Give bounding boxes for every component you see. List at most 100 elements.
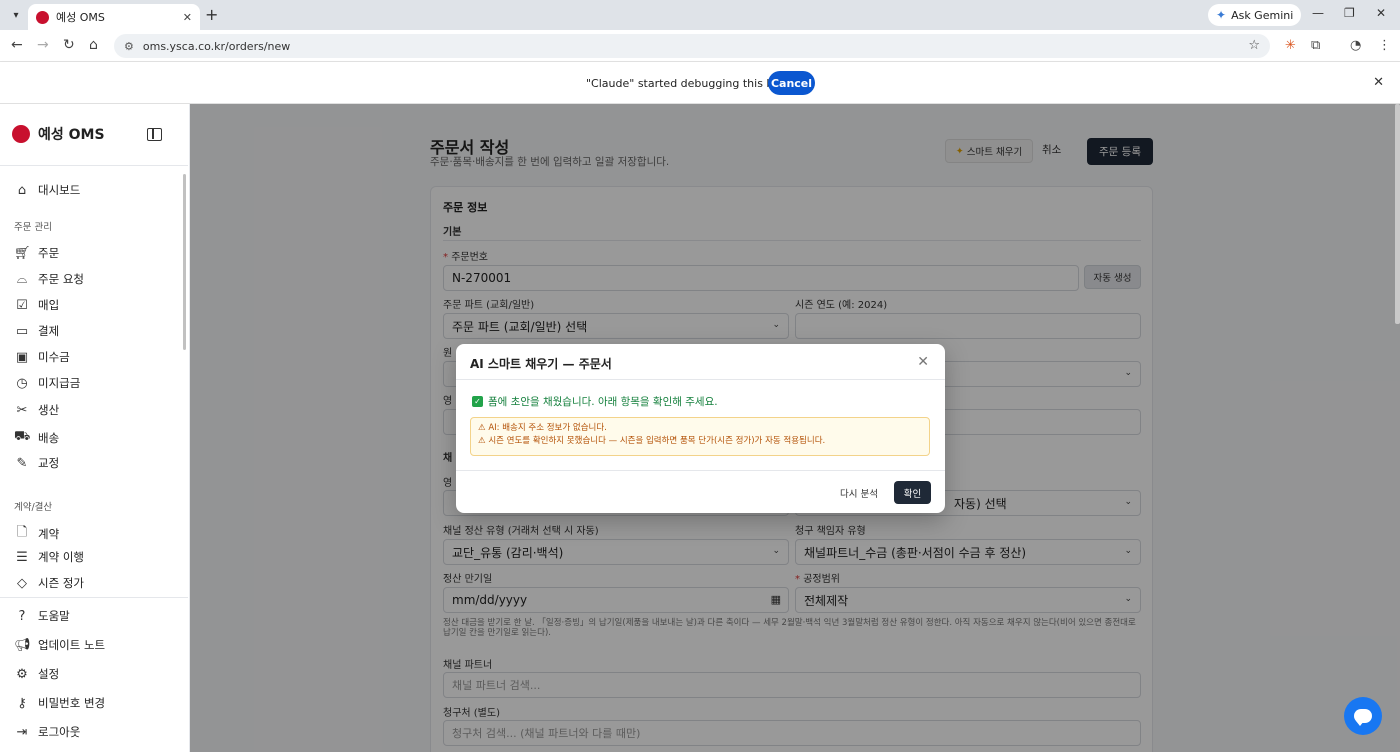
extensions-icon[interactable]: ⧉	[1311, 38, 1320, 53]
debug-infobar: "Claude" started debugging this browser …	[0, 62, 1400, 104]
sidebar-item-label: 설정	[38, 667, 60, 681]
sidebar-item-purchases[interactable]: ☑ 매입	[14, 297, 59, 313]
sidebar-item-order-requests[interactable]: ⌓ 주문 요청	[14, 271, 84, 287]
sidebar-item-dashboard[interactable]: ⌂ 대시보드	[14, 182, 80, 198]
megaphone-icon: 📢︎	[14, 637, 31, 653]
close-icon[interactable]: ✕	[917, 354, 929, 370]
browser-tabstrip: ▾ 예성 OMS ✕ + ✦ Ask Gemini — ❐ ✕	[0, 0, 1400, 30]
dialog-divider	[456, 379, 945, 380]
address-bar[interactable]: ⚙ oms.ysca.co.kr/orders/new ☆	[114, 34, 1270, 58]
ask-gemini-button[interactable]: ✦ Ask Gemini	[1208, 4, 1302, 26]
window-close-icon[interactable]: ✕	[1376, 6, 1386, 20]
sidebar-item-payments[interactable]: ▭ 결제	[14, 323, 59, 339]
home-icon: ⌂	[17, 182, 27, 198]
infobar-cancel-button[interactable]: Cancel	[768, 71, 815, 95]
receipt-icon: ◷	[16, 375, 28, 391]
brand[interactable]: 예성 OMS	[12, 124, 105, 144]
confirm-button[interactable]: 확인	[894, 481, 931, 504]
forward-icon[interactable]: →	[37, 37, 49, 53]
sidebar-item-receivables[interactable]: ▣ 미수금	[14, 349, 70, 365]
key-icon: ⚷	[17, 695, 27, 711]
clipboard-check-icon: ☑	[16, 297, 28, 313]
check-icon: ✓	[472, 396, 483, 407]
sidebar-item-label: 업데이트 노트	[38, 638, 106, 652]
banknote-icon: ▣	[15, 349, 29, 365]
sidebar-item-label: 주문	[38, 246, 60, 260]
sidebar-item-shipping[interactable]: ⛟ 배송	[14, 429, 59, 446]
help-icon: ?	[18, 608, 26, 624]
sidebar-item-contracts[interactable]: 🗋︎ 계약	[14, 523, 59, 545]
sidebar-item-help[interactable]: ? 도움말	[14, 608, 70, 624]
truck-icon: ⛟	[14, 429, 31, 444]
success-message: ✓ 폼에 초안을 채웠습니다. 아래 항목을 확인해 주세요.	[472, 394, 718, 409]
page-scrollbar[interactable]	[1395, 104, 1400, 324]
dialog-divider	[456, 470, 945, 471]
new-tab-icon[interactable]: +	[205, 5, 218, 24]
sidebar-section-orders: 주문 관리	[14, 222, 52, 233]
sidebar-item-label: 로그아웃	[38, 725, 81, 739]
warning-item: ⚠ AI: 배송지 주소 정보가 없습니다.	[478, 423, 607, 433]
browser-toolbar: ← → ↻ ⌂ ⚙ oms.ysca.co.kr/orders/new ☆ ✳ …	[0, 30, 1400, 62]
sidebar-item-label: 계약 이행	[38, 550, 84, 564]
sidebar-item-proofing[interactable]: ✎ 교정	[14, 455, 60, 471]
gemini-label: Ask Gemini	[1231, 8, 1294, 22]
sidebar-item-season-price[interactable]: ◇ 시즌 정가	[14, 575, 84, 591]
sidebar-item-label: 계약	[38, 527, 60, 541]
gear-icon: ⚙	[16, 666, 28, 682]
logout-icon: ⇥	[16, 724, 28, 740]
profile-icon[interactable]: ◔	[1350, 38, 1361, 53]
scissors-icon: ✂	[16, 402, 28, 418]
sidebar-item-orders[interactable]: 🛒︎ 주문	[14, 245, 59, 261]
sidebar-item-release-notes[interactable]: 📢︎ 업데이트 노트	[14, 637, 105, 653]
reload-icon[interactable]: ↻	[63, 37, 75, 53]
sidebar-item-production[interactable]: ✂ 생산	[14, 402, 60, 418]
sidebar-divider	[0, 165, 188, 166]
tab-close-icon[interactable]: ✕	[183, 11, 192, 24]
sidebar-section-contract: 계약/결산	[14, 502, 53, 513]
infobar-close-icon[interactable]: ✕	[1373, 75, 1384, 90]
sidebar-item-label: 시즌 정가	[38, 576, 84, 590]
brand-logo-icon	[12, 125, 30, 143]
sidebar-item-label: 매입	[38, 298, 60, 312]
document-icon: 🗋︎	[16, 525, 28, 540]
bookmark-star-icon[interactable]: ☆	[1248, 38, 1260, 53]
sidebar-item-settings[interactable]: ⚙ 설정	[14, 666, 59, 682]
chat-bubble-icon	[1354, 709, 1372, 726]
sidebar-item-label: 배송	[38, 430, 60, 445]
smart-fill-dialog: AI 스마트 채우기 — 주문서 ✕ ✓ 폼에 초안을 채웠습니다. 아래 항목…	[456, 344, 945, 513]
sidebar-scrollbar[interactable]	[183, 174, 186, 350]
browser-tab[interactable]: 예성 OMS ✕	[28, 4, 200, 30]
sidebar-item-label: 교정	[38, 456, 60, 470]
browser-menu-icon[interactable]: ⋮	[1378, 38, 1391, 53]
tab-title: 예성 OMS	[56, 11, 105, 24]
inbox-icon: ⌓	[16, 271, 28, 287]
home-browser-icon[interactable]: ⌂	[89, 37, 98, 53]
brand-name: 예성 OMS	[38, 127, 105, 143]
claude-extension-icon[interactable]: ✳	[1285, 38, 1296, 53]
sidebar-item-label: 미지급금	[38, 376, 81, 390]
tag-icon: ◇	[17, 575, 27, 591]
tab-search-icon[interactable]: ▾	[6, 5, 26, 25]
sidebar: 예성 OMS ⌂ 대시보드 주문 관리 🛒︎ 주문 ⌓ 주문 요청 ☑ 매입 ▭…	[0, 104, 190, 752]
sidebar-item-change-password[interactable]: ⚷ 비밀번호 변경	[14, 695, 105, 711]
sidebar-item-label: 생산	[38, 403, 60, 417]
sidebar-item-label: 주문 요청	[38, 272, 84, 286]
cart-icon: 🛒︎	[14, 245, 31, 261]
sidebar-item-contract-fulfillment[interactable]: ☰ 계약 이행	[14, 549, 84, 565]
edit-icon: ✎	[16, 455, 28, 471]
dialog-title: AI 스마트 채우기 — 주문서	[470, 357, 612, 371]
minimize-icon[interactable]: —	[1312, 6, 1324, 20]
sidebar-collapse-icon[interactable]	[147, 128, 162, 141]
url-text: oms.ysca.co.kr/orders/new	[142, 39, 291, 53]
site-info-icon[interactable]: ⚙	[124, 40, 134, 53]
reanalyze-button[interactable]: 다시 분석	[840, 486, 878, 500]
warning-item: ⚠ 시즌 연도를 확인하지 못했습니다 — 시즌을 입력하면 품목 단가(시즌 …	[478, 436, 826, 446]
back-icon[interactable]: ←	[11, 37, 23, 53]
sidebar-item-logout[interactable]: ⇥ 로그아웃	[14, 724, 81, 740]
gemini-sparkle-icon: ✦	[1216, 8, 1227, 22]
maximize-icon[interactable]: ❐	[1344, 6, 1355, 20]
chat-button[interactable]	[1344, 697, 1382, 735]
sidebar-item-payables[interactable]: ◷ 미지급금	[14, 375, 80, 391]
sidebar-item-label: 대시보드	[38, 183, 81, 197]
sidebar-item-label: 미수금	[38, 350, 70, 364]
